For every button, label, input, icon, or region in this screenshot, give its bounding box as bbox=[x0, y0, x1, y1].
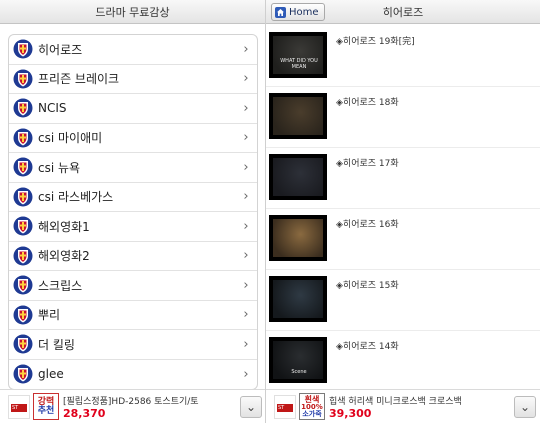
episode-item[interactable]: ◈히어로즈 16화 bbox=[266, 209, 540, 270]
chevron-right-icon: › bbox=[243, 218, 249, 234]
shield-emblem-icon bbox=[13, 128, 33, 148]
episode-title[interactable]: ◈히어로즈 16화 bbox=[336, 217, 399, 230]
ad-price: 39,300 bbox=[329, 407, 372, 420]
ad-badge-line2: 추천 bbox=[37, 405, 55, 416]
category-label: csi 뉴욕 bbox=[38, 160, 81, 175]
shield-emblem-icon bbox=[13, 216, 33, 236]
ad-banner-left[interactable]: ST 강력 추천 [필립스정품]HD-2586 토스트기/토 28,370 ⌄ bbox=[0, 389, 265, 423]
category-label: csi 라스베가스 bbox=[38, 190, 114, 205]
category-item[interactable]: 더 킬링 › bbox=[9, 330, 257, 360]
ad-product-image: ST bbox=[274, 395, 296, 419]
category-label: 해외영화2 bbox=[38, 249, 90, 264]
episode-title[interactable]: ◈히어로즈 17화 bbox=[336, 156, 399, 169]
category-item[interactable]: 해외영화1 › bbox=[9, 212, 257, 242]
category-item[interactable]: 프리즌 브레이크 › bbox=[9, 65, 257, 94]
shield-emblem-icon bbox=[13, 69, 33, 89]
category-label: 스크립스 bbox=[38, 278, 83, 293]
chevron-right-icon: › bbox=[243, 336, 249, 352]
shield-emblem-icon bbox=[13, 157, 33, 177]
ad-badge: 흰색 100% 소가죽 bbox=[299, 393, 325, 420]
chevron-right-icon: › bbox=[243, 307, 249, 323]
episode-item[interactable]: ◈히어로즈 18화 bbox=[266, 87, 540, 148]
ad-banner-right[interactable]: ST 흰색 100% 소가죽 힙색 허리색 미니크로스백 크로스백 39,300… bbox=[266, 389, 540, 423]
category-label: 더 킬링 bbox=[38, 337, 75, 352]
episode-title[interactable]: ◈히어로즈 15화 bbox=[336, 278, 399, 291]
category-list: 히어로즈 › 프리즌 브레이크 › NCIS › csi 마이애미 › csi 뉴욕 › csi 라… bbox=[8, 34, 258, 390]
chevron-right-icon: › bbox=[243, 71, 249, 87]
chevron-down-double-icon: ⌄ bbox=[245, 400, 257, 414]
ad-price: 28,370 bbox=[63, 407, 106, 420]
category-item[interactable]: 뿌리 › bbox=[9, 301, 257, 330]
chevron-right-icon: › bbox=[243, 41, 249, 57]
episode-thumbnail[interactable] bbox=[269, 93, 327, 139]
category-item[interactable]: csi 마이애미 › bbox=[9, 124, 257, 153]
episode-thumbnail[interactable]: Scene bbox=[269, 337, 327, 383]
category-item[interactable]: glee › bbox=[9, 360, 257, 390]
left-panel: 드라마 무료감상 히어로즈 › 프리즌 브레이크 › NCIS › csi 마이애미 › csi… bbox=[0, 0, 266, 423]
shield-emblem-icon bbox=[13, 187, 33, 207]
episode-title[interactable]: ◈히어로즈 18화 bbox=[336, 95, 399, 108]
home-icon bbox=[275, 6, 286, 18]
chevron-right-icon: › bbox=[243, 366, 249, 382]
episode-item[interactable]: ◈히어로즈 15화 bbox=[266, 270, 540, 331]
shield-emblem-icon bbox=[13, 98, 33, 118]
ad-collapse-button[interactable]: ⌄ bbox=[514, 396, 536, 418]
episode-item[interactable]: ◈히어로즈 17화 bbox=[266, 148, 540, 209]
category-item[interactable]: csi 라스베가스 › bbox=[9, 183, 257, 212]
chevron-right-icon: › bbox=[243, 189, 249, 205]
chevron-right-icon: › bbox=[243, 159, 249, 175]
chevron-down-double-icon: ⌄ bbox=[519, 400, 531, 414]
ad-badge: 강력 추천 bbox=[33, 393, 59, 420]
episode-thumbnail[interactable] bbox=[269, 215, 327, 261]
ad-product-image: ST bbox=[8, 395, 30, 419]
episode-title[interactable]: ◈히어로즈 14화 bbox=[336, 339, 399, 352]
chevron-right-icon: › bbox=[243, 100, 249, 116]
shield-emblem-icon bbox=[13, 305, 33, 325]
left-page-title: 드라마 무료감상 bbox=[95, 5, 170, 19]
category-item[interactable]: 히어로즈 › bbox=[9, 35, 257, 65]
category-label: 뿌리 bbox=[38, 308, 61, 323]
category-label: csi 마이애미 bbox=[38, 131, 103, 146]
ad-badge-line3: 소가죽 bbox=[302, 409, 322, 418]
episode-thumbnail[interactable] bbox=[269, 154, 327, 200]
episode-title[interactable]: ◈히어로즈 19화[完] bbox=[336, 34, 415, 47]
thumbnail-caption: WHAT DID YOU MEAN bbox=[280, 58, 318, 70]
episode-list: WHAT DID YOU MEAN ◈히어로즈 19화[完] ◈히어로즈 18화 ◈히… bbox=[266, 26, 540, 392]
thumbnail-caption: Scene bbox=[291, 369, 307, 375]
shield-emblem-icon bbox=[13, 275, 33, 295]
right-panel: Home 히어로즈 WHAT DID YOU MEAN ◈히어로즈 19화[完] ◈… bbox=[266, 0, 540, 423]
home-button[interactable]: Home bbox=[271, 3, 325, 21]
category-label: 히어로즈 bbox=[38, 42, 83, 57]
ad-collapse-button[interactable]: ⌄ bbox=[240, 396, 262, 418]
episode-thumbnail[interactable]: WHAT DID YOU MEAN bbox=[269, 32, 327, 78]
episode-thumbnail[interactable] bbox=[269, 276, 327, 322]
ad-product-text[interactable]: [필립스정품]HD-2586 토스트기/토 bbox=[63, 394, 233, 407]
shield-emblem-icon bbox=[13, 364, 33, 384]
shield-emblem-icon bbox=[13, 334, 33, 354]
category-item[interactable]: 해외영화2 › bbox=[9, 242, 257, 271]
shield-emblem-icon bbox=[13, 39, 33, 59]
episode-item[interactable]: WHAT DID YOU MEAN ◈히어로즈 19화[完] bbox=[266, 26, 540, 87]
category-label: glee bbox=[38, 367, 64, 382]
category-item[interactable]: csi 뉴욕 › bbox=[9, 153, 257, 183]
shield-emblem-icon bbox=[13, 246, 33, 266]
ad-product-text[interactable]: 힙색 허리색 미니크로스백 크로스백 bbox=[329, 394, 499, 407]
category-item[interactable]: NCIS › bbox=[9, 94, 257, 124]
category-item[interactable]: 스크립스 › bbox=[9, 271, 257, 301]
home-button-label: Home bbox=[289, 6, 319, 18]
category-label: NCIS bbox=[38, 101, 67, 116]
chevron-right-icon: › bbox=[243, 130, 249, 146]
chevron-right-icon: › bbox=[243, 277, 249, 293]
category-label: 프리즌 브레이크 bbox=[38, 72, 120, 87]
left-title-bar: 드라마 무료감상 bbox=[0, 0, 265, 24]
right-title-bar: Home 히어로즈 bbox=[266, 0, 540, 24]
chevron-right-icon: › bbox=[243, 248, 249, 264]
right-page-title: 히어로즈 bbox=[382, 5, 424, 19]
category-label: 해외영화1 bbox=[38, 219, 90, 234]
episode-item[interactable]: Scene ◈히어로즈 14화 bbox=[266, 331, 540, 392]
